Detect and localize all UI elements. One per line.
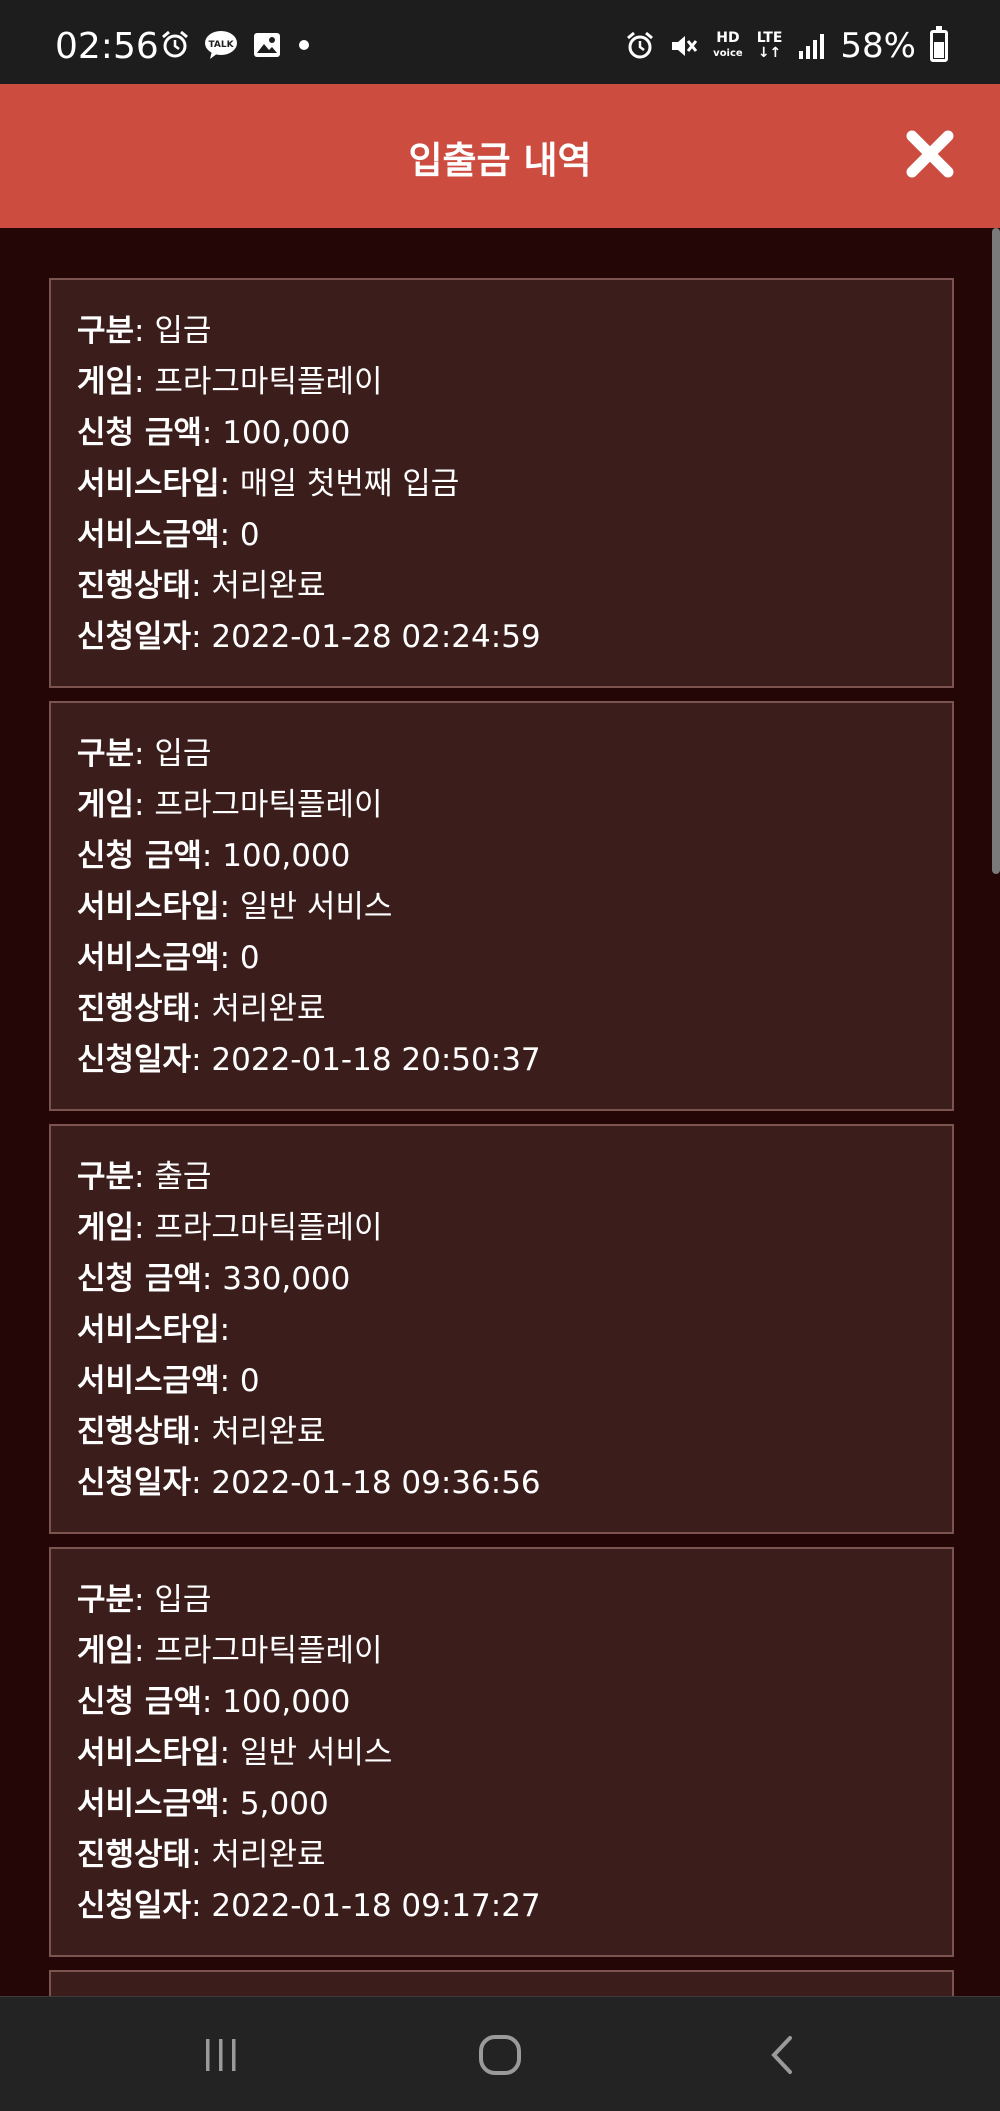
type-row: 구분: 입금 xyxy=(77,1582,212,1618)
status-row: 진행상태: 처리완료 xyxy=(77,568,326,604)
amount-row: 신청 금액: 100,000 xyxy=(77,415,351,451)
home-icon[interactable] xyxy=(477,2035,523,2075)
game-row: 게임: 프라그마틱플레이 xyxy=(77,787,383,823)
date-row: 신청일자: 2022-01-28 02:24:59 xyxy=(77,619,541,655)
date-row: 신청일자: 2022-01-18 20:50:37 xyxy=(77,1042,541,1078)
dot-icon xyxy=(299,40,309,50)
game-row: 게임: 프라그마틱플레이 xyxy=(77,364,383,400)
game-row: 게임: 프라그마틱플레이 xyxy=(77,1633,383,1669)
recent-apps-icon[interactable] xyxy=(200,2035,244,2075)
hd-voice-indicator: HD voice xyxy=(713,30,743,60)
back-icon[interactable] xyxy=(762,2035,802,2075)
signal-icon xyxy=(799,34,825,59)
talk-icon: TALK xyxy=(205,31,237,59)
status-row: 진행상태: 처리완료 xyxy=(77,1414,326,1450)
battery-icon xyxy=(930,26,948,62)
svg-text:TALK: TALK xyxy=(208,40,234,50)
battery-percent: 58% xyxy=(840,26,916,66)
transaction-card: 구분: 출금 게임: 프라그마틱플레이 신청 금액: 330,000 서비스타입… xyxy=(49,1124,954,1534)
status-time: 02:56 xyxy=(55,26,159,67)
transaction-card-partial xyxy=(49,1970,954,1996)
alarm-icon xyxy=(162,30,188,58)
date-row: 신청일자: 2022-01-18 09:36:56 xyxy=(77,1465,541,1501)
lte-indicator: LTE ↓↑ xyxy=(756,30,783,61)
status-bar: 02:56 TALK HD voice LTE ↓↑ 58% xyxy=(0,0,1000,84)
service-amount-row: 서비스금액: 0 xyxy=(77,517,260,553)
page-title: 입출금 내역 xyxy=(408,139,592,182)
mute-icon xyxy=(672,36,698,56)
transaction-list[interactable]: 구분: 입금 게임: 프라그마틱플레이 신청 금액: 100,000 서비스타입… xyxy=(0,228,1000,1996)
notification-icons: TALK xyxy=(160,30,312,60)
transaction-card: 구분: 입금 게임: 프라그마틱플레이 신청 금액: 100,000 서비스타입… xyxy=(49,278,954,688)
service-type-row: 서비스타입: 일반 서비스 xyxy=(77,1735,393,1771)
system-status: HD voice LTE ↓↑ 58% xyxy=(625,26,948,66)
modal-header: 입출금 내역 xyxy=(0,84,1000,228)
gallery-icon xyxy=(254,33,280,57)
navigation-bar xyxy=(0,1996,1000,2111)
alarm-icon xyxy=(627,31,654,59)
service-type-row: 서비스타입: 일반 서비스 xyxy=(77,889,393,925)
service-amount-row: 서비스금액: 0 xyxy=(77,1363,260,1399)
close-icon[interactable] xyxy=(904,128,956,180)
service-amount-row: 서비스금액: 5,000 xyxy=(77,1786,329,1822)
status-row: 진행상태: 처리완료 xyxy=(77,991,326,1027)
type-row: 구분: 입금 xyxy=(77,736,212,772)
transaction-card: 구분: 입금 게임: 프라그마틱플레이 신청 금액: 100,000 서비스타입… xyxy=(49,701,954,1111)
amount-row: 신청 금액: 330,000 xyxy=(77,1261,351,1297)
service-type-row: 서비스타입: xyxy=(77,1312,231,1348)
date-row: 신청일자: 2022-01-18 09:17:27 xyxy=(77,1888,541,1924)
amount-row: 신청 금액: 100,000 xyxy=(77,1684,351,1720)
type-row: 구분: 출금 xyxy=(77,1159,212,1195)
service-type-row: 서비스타입: 매일 첫번째 입금 xyxy=(77,466,460,502)
amount-row: 신청 금액: 100,000 xyxy=(77,838,351,874)
scrollbar[interactable] xyxy=(992,228,1000,874)
status-row: 진행상태: 처리완료 xyxy=(77,1837,326,1873)
service-amount-row: 서비스금액: 0 xyxy=(77,940,260,976)
game-row: 게임: 프라그마틱플레이 xyxy=(77,1210,383,1246)
transaction-card: 구분: 입금 게임: 프라그마틱플레이 신청 금액: 100,000 서비스타입… xyxy=(49,1547,954,1957)
type-row: 구분: 입금 xyxy=(77,313,212,349)
